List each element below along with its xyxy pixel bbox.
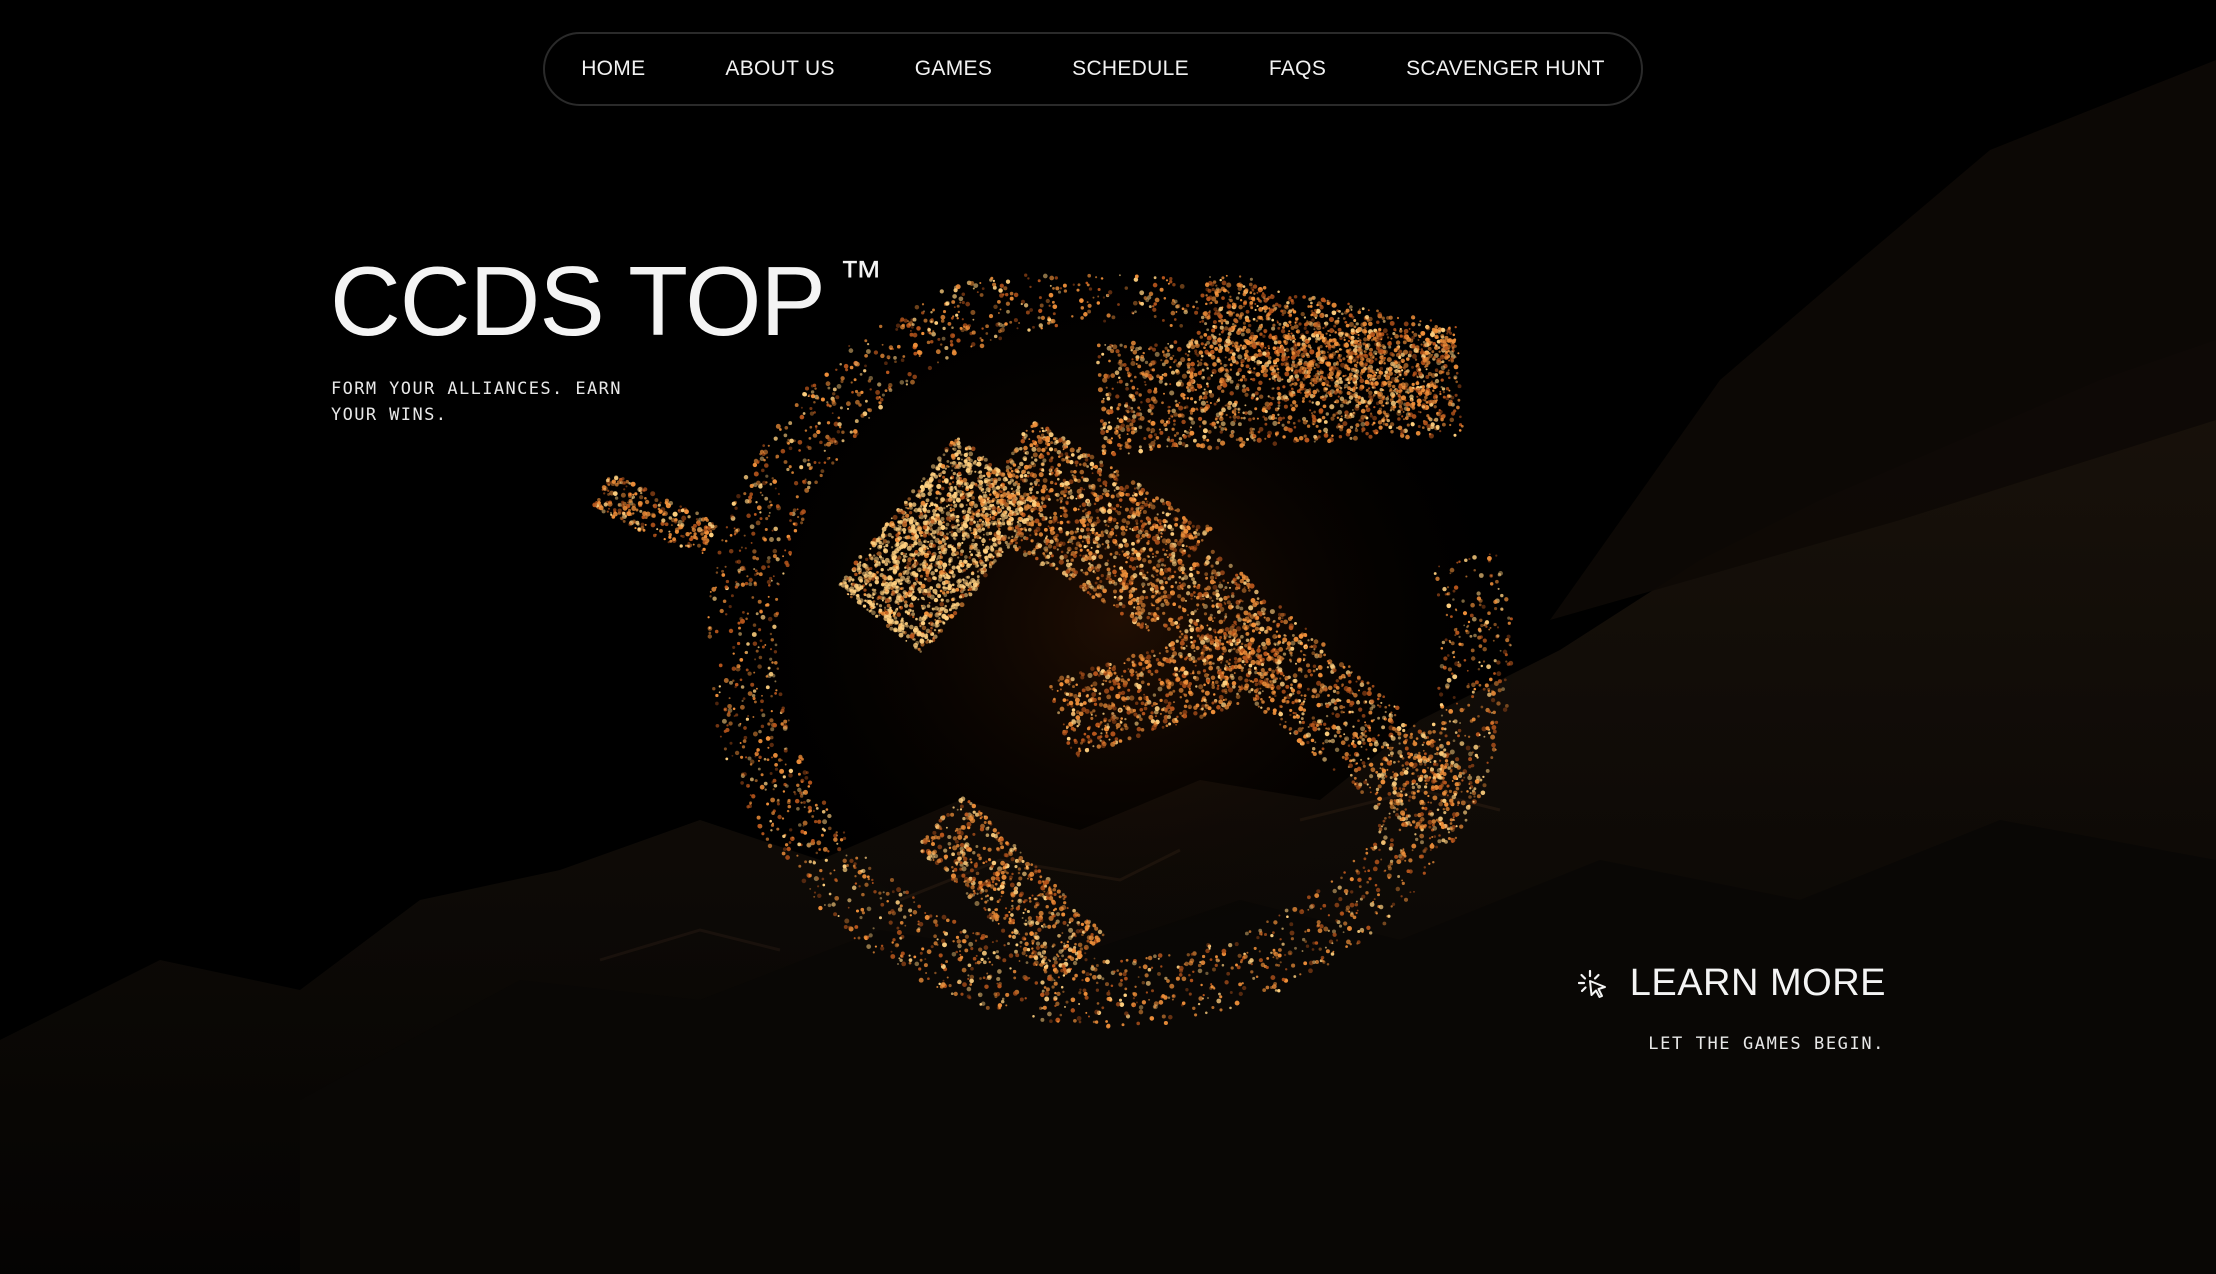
hero-background xyxy=(0,60,2216,1274)
cta-subtitle: LET THE GAMES BEGIN. xyxy=(1648,1034,1885,1054)
nav-games[interactable]: GAMES xyxy=(875,57,1032,81)
cursor-click-icon xyxy=(1577,969,1608,999)
nav-about-us[interactable]: ABOUT US xyxy=(685,57,874,81)
title-text: CCDS TOP xyxy=(330,246,826,356)
page-title: CCDS TOP ™ xyxy=(330,252,883,350)
nav-scavenger-hunt[interactable]: SCAVENGER HUNT xyxy=(1366,57,1645,81)
nav-faqs[interactable]: FAQS xyxy=(1229,57,1366,81)
hero-subtitle: FORM YOUR ALLIANCES. EARN YOUR WINS. xyxy=(331,379,622,425)
nav-home[interactable]: HOME xyxy=(541,57,685,81)
trademark-symbol: ™ xyxy=(838,252,883,301)
learn-more-label: LEARN MORE xyxy=(1629,962,1886,1004)
page: HOME ABOUT US GAMES SCHEDULE FAQS SCAVEN… xyxy=(0,0,2216,1274)
nav-schedule[interactable]: SCHEDULE xyxy=(1032,57,1229,81)
learn-more-button[interactable]: LEARN MORE xyxy=(1577,962,1886,1005)
main-nav: HOME ABOUT US GAMES SCHEDULE FAQS SCAVEN… xyxy=(543,32,1643,106)
